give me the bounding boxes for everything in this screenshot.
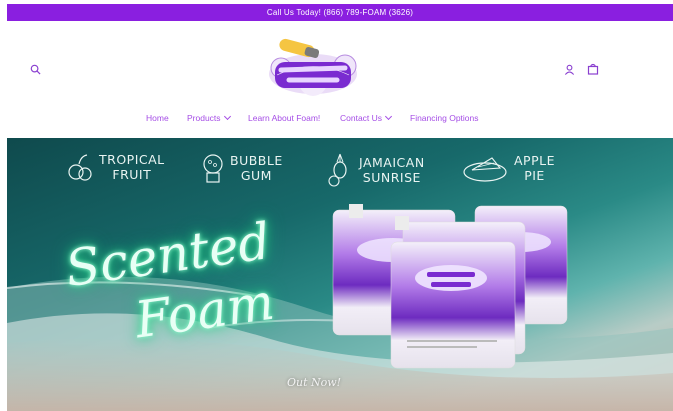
nav-contact-label: Contact Us xyxy=(340,113,383,123)
flavor-name-line2: PIE xyxy=(524,168,545,183)
flavor-jamaican-sunrise: JAMAICAN SUNRISE xyxy=(327,152,425,188)
announcement-bar: Call Us Today! (866) 789-FOAM (3626) xyxy=(7,4,673,21)
flavor-name-line1: JAMAICAN xyxy=(359,155,425,170)
flavor-name-line2: SUNRISE xyxy=(362,170,421,185)
chevron-down-icon xyxy=(223,112,231,121)
nav-financing-options[interactable]: Financing Options xyxy=(410,111,479,125)
hero-banner[interactable]: TROPICAL FRUIT BUBBLE GUM JAMAICAN SUNRI… xyxy=(7,138,673,411)
hero-headline: Scented Foam xyxy=(57,212,327,356)
search-icon xyxy=(30,64,41,75)
site-logo[interactable] xyxy=(265,38,361,98)
nav-contact-us[interactable]: Contact Us xyxy=(340,111,393,125)
flavor-apple-pie: APPLE PIE xyxy=(462,152,555,184)
account-button[interactable] xyxy=(561,61,577,77)
nav-home[interactable]: Home xyxy=(146,111,169,125)
cart-icon xyxy=(587,63,599,75)
pineapple-icon xyxy=(328,153,347,187)
main-nav: Home Products Learn About Foam! Contact … xyxy=(7,111,673,125)
nav-products[interactable]: Products xyxy=(187,111,231,125)
hero-tagline: Out Now! xyxy=(287,376,342,389)
flavor-bubble-gum: BUBBLE GUM xyxy=(202,152,283,184)
flavor-name-line1: TROPICAL xyxy=(99,152,165,167)
foam-pouches-image xyxy=(332,204,568,369)
account-icon xyxy=(564,64,574,75)
announcement-text: Call Us Today! (866) 789-FOAM (3626) xyxy=(266,8,414,17)
logo-graphic xyxy=(269,38,357,96)
cart-button[interactable] xyxy=(585,61,601,77)
pie-icon xyxy=(463,157,507,182)
site-header: Home Products Learn About Foam! Contact … xyxy=(7,21,673,137)
nav-products-label: Products xyxy=(187,113,221,123)
pouch-front xyxy=(390,241,516,369)
search-button[interactable] xyxy=(27,61,43,77)
nav-home-label: Home xyxy=(146,113,169,123)
flavor-tropical-fruit: TROPICAL FRUIT xyxy=(67,152,165,182)
coconut-icon xyxy=(68,154,92,181)
nav-financing-label: Financing Options xyxy=(410,113,479,123)
flavor-name-line1: BUBBLE xyxy=(230,153,283,168)
flavor-name-line2: GUM xyxy=(240,168,272,183)
logo-lettering-line1 xyxy=(278,65,348,73)
nav-learn-label: Learn About Foam! xyxy=(248,113,321,123)
gumball-machine-icon xyxy=(203,154,223,183)
chevron-down-icon xyxy=(385,112,393,121)
flavor-name-line2: FRUIT xyxy=(112,167,152,182)
flavor-name-line1: APPLE xyxy=(514,153,555,168)
nav-learn-about-foam[interactable]: Learn About Foam! xyxy=(248,111,320,125)
